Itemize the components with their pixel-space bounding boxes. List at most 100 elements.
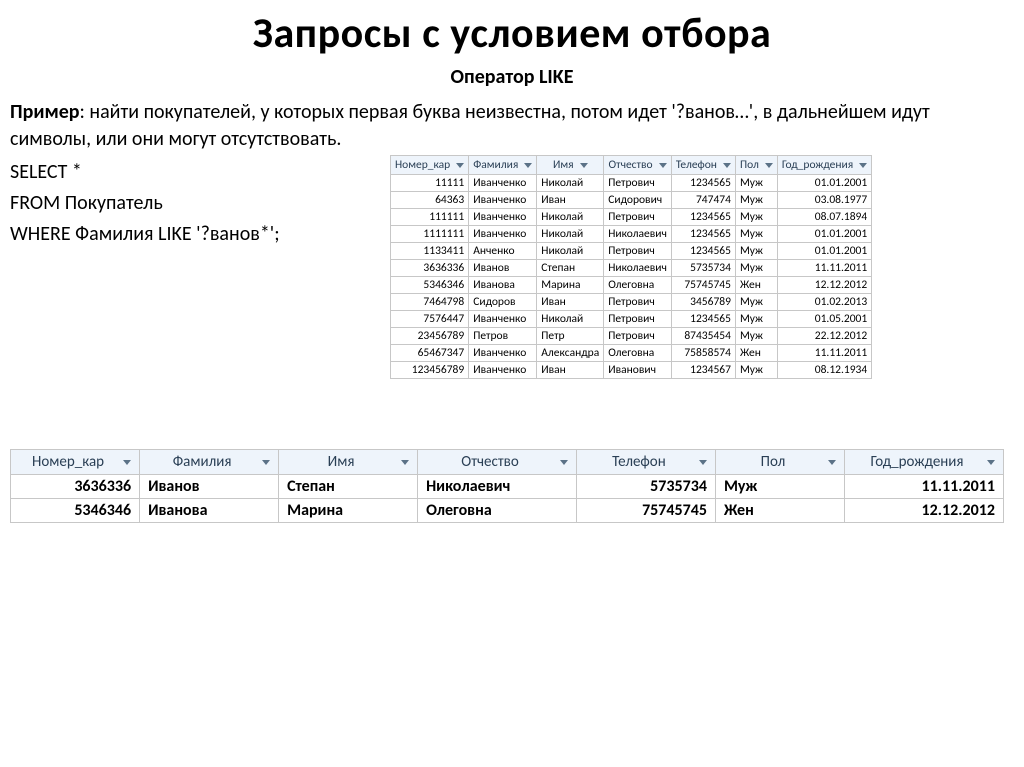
cell-tel: 3456789 [671, 294, 735, 311]
cell-otch: Сидорович [604, 192, 672, 209]
cell-name: Иван [537, 362, 604, 379]
cell-tel: 1234565 [671, 226, 735, 243]
table-row[interactable]: 65467347ИванченкоАлександраОлеговна75858… [391, 345, 872, 362]
cell-year: 01.01.2001 [777, 175, 871, 192]
table-row[interactable]: 3636336ИвановСтепанНиколаевич5735734Муж1… [11, 475, 1004, 499]
cell-tel: 87435454 [671, 328, 735, 345]
cell-num: 3636336 [391, 260, 469, 277]
cell-num: 1111111 [391, 226, 469, 243]
cell-name: Николай [537, 209, 604, 226]
cell-year: 11.11.2011 [777, 345, 871, 362]
cell-fam: Иванченко [469, 192, 537, 209]
cell-otch: Петрович [604, 328, 672, 345]
cell-tel: 5735734 [576, 475, 715, 499]
cell-pol: Муж [735, 328, 777, 345]
table-row[interactable]: 123456789ИванченкоИванИванович1234567Муж… [391, 362, 872, 379]
col-header[interactable]: Год_рождения [845, 450, 1004, 475]
page-title: Запросы с условием отбора [10, 8, 1014, 59]
cell-year: 01.01.2001 [777, 226, 871, 243]
col-header[interactable]: Отчество [418, 450, 577, 475]
cell-year: 03.08.1977 [777, 192, 871, 209]
cell-num: 111111 [391, 209, 469, 226]
cell-year: 11.11.2011 [845, 475, 1004, 499]
col-header[interactable]: Год_рождения [777, 156, 871, 175]
cell-tel: 75745745 [671, 277, 735, 294]
table-row[interactable]: 64363ИванченкоИванСидорович747474Муж03.0… [391, 192, 872, 209]
col-header[interactable]: Фамилия [140, 450, 279, 475]
cell-otch: Олеговна [604, 345, 672, 362]
dropdown-icon[interactable] [765, 163, 773, 168]
cell-num: 64363 [391, 192, 469, 209]
dropdown-icon[interactable] [723, 163, 731, 168]
table-row[interactable]: 7576447ИванченкоНиколайПетрович1234565Му… [391, 311, 872, 328]
cell-num: 5346346 [391, 277, 469, 294]
cell-name: Иван [537, 294, 604, 311]
dropdown-icon[interactable] [262, 460, 270, 465]
dropdown-icon[interactable] [560, 460, 568, 465]
dropdown-icon[interactable] [699, 460, 707, 465]
col-header[interactable]: Телефон [671, 156, 735, 175]
table-row[interactable]: 11111ИванченкоНиколайПетрович1234565Муж0… [391, 175, 872, 192]
cell-num: 7576447 [391, 311, 469, 328]
table-row[interactable]: 7464798СидоровИванПетрович3456789Муж01.0… [391, 294, 872, 311]
dropdown-icon[interactable] [828, 460, 836, 465]
dropdown-icon[interactable] [524, 163, 532, 168]
col-header[interactable]: Отчество [604, 156, 672, 175]
cell-year: 08.07.1894 [777, 209, 871, 226]
table-row[interactable]: 1133411АнченкоНиколайПетрович1234565Муж0… [391, 243, 872, 260]
cell-name: Николай [537, 243, 604, 260]
cell-otch: Петрович [604, 311, 672, 328]
cell-num: 11111 [391, 175, 469, 192]
cell-name: Петр [537, 328, 604, 345]
cell-otch: Иванович [604, 362, 672, 379]
example-paragraph: Пример: найти покупателей, у которых пер… [10, 99, 1014, 153]
cell-fam: Иванов [469, 260, 537, 277]
dropdown-icon[interactable] [456, 163, 464, 168]
table-row[interactable]: 5346346ИвановаМаринаОлеговна75745745Жен1… [391, 277, 872, 294]
cell-otch: Олеговна [604, 277, 672, 294]
cell-num: 123456789 [391, 362, 469, 379]
cell-num: 7464798 [391, 294, 469, 311]
col-header[interactable]: Имя [279, 450, 418, 475]
cell-pol: Жен [735, 345, 777, 362]
cell-year: 12.12.2012 [845, 499, 1004, 523]
cell-fam: Иванова [140, 499, 279, 523]
dropdown-icon[interactable] [580, 163, 588, 168]
table-row[interactable]: 23456789ПетровПетрПетрович87435454Муж22.… [391, 328, 872, 345]
table-row[interactable]: 1111111ИванченкоНиколайНиколаевич1234565… [391, 226, 872, 243]
cell-name: Николай [537, 311, 604, 328]
cell-pol: Муж [735, 311, 777, 328]
col-header[interactable]: Имя [537, 156, 604, 175]
cell-name: Александра [537, 345, 604, 362]
cell-otch: Николаевич [604, 226, 672, 243]
table-row[interactable]: 111111ИванченкоНиколайПетрович1234565Муж… [391, 209, 872, 226]
cell-name: Николай [537, 226, 604, 243]
col-header[interactable]: Номер_кар [391, 156, 469, 175]
sql-line-1: SELECT * [10, 157, 380, 188]
col-header[interactable]: Телефон [576, 450, 715, 475]
dropdown-icon[interactable] [401, 460, 409, 465]
cell-fam: Анченко [469, 243, 537, 260]
cell-tel: 1234565 [671, 243, 735, 260]
cell-year: 01.05.2001 [777, 311, 871, 328]
col-header[interactable]: Пол [715, 450, 844, 475]
col-header[interactable]: Пол [735, 156, 777, 175]
cell-pol: Муж [735, 294, 777, 311]
sql-block: SELECT * FROM Покупатель WHERE Фамилия L… [10, 155, 380, 250]
dropdown-icon[interactable] [987, 460, 995, 465]
cell-tel: 75745745 [576, 499, 715, 523]
cell-tel: 1234565 [671, 209, 735, 226]
dropdown-icon[interactable] [859, 163, 867, 168]
cell-fam: Петров [469, 328, 537, 345]
table-row[interactable]: 3636336ИвановСтепанНиколаевич5735734Муж1… [391, 260, 872, 277]
dropdown-icon[interactable] [123, 460, 131, 465]
cell-fam: Иванченко [469, 362, 537, 379]
cell-name: Марина [537, 277, 604, 294]
dropdown-icon[interactable] [659, 163, 667, 168]
col-header[interactable]: Фамилия [469, 156, 537, 175]
example-text: : найти покупателей, у которых первая бу… [10, 100, 930, 151]
table-row[interactable]: 5346346ИвановаМаринаОлеговна75745745Жен1… [11, 499, 1004, 523]
col-header[interactable]: Номер_кар [11, 450, 140, 475]
cell-tel: 747474 [671, 192, 735, 209]
result-table: Номер_кар Фамилия Имя Отчество Телефон П… [10, 449, 1004, 523]
